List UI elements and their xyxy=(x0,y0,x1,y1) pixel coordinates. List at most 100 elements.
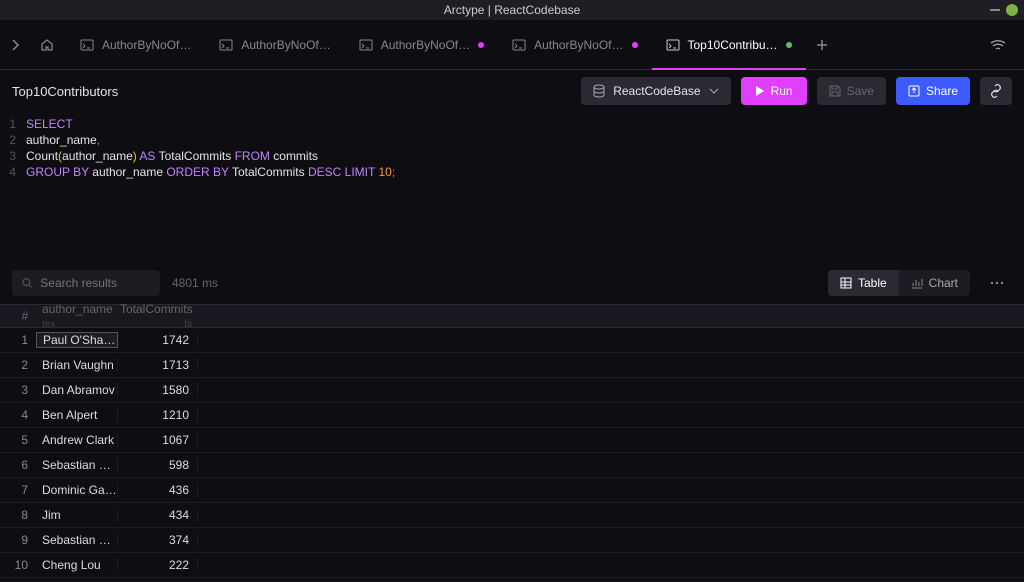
table-row[interactable]: 9Sebastian Ma…374 xyxy=(0,528,1024,553)
link-icon xyxy=(989,84,1003,98)
view-label: Table xyxy=(858,276,887,290)
table-row[interactable]: 6Sebastian Ma…598 xyxy=(0,453,1024,478)
sql-editor[interactable]: 1SELECT 2author_name, 3Count(author_name… xyxy=(0,112,1024,262)
query-icon xyxy=(359,39,373,51)
cell-commits[interactable]: 1742 xyxy=(118,333,198,347)
view-toggle: Table Chart xyxy=(828,270,970,296)
share-label: Share xyxy=(926,84,958,98)
cell-commits[interactable]: 434 xyxy=(118,508,198,522)
table-row[interactable]: 5Andrew Clark1067 xyxy=(0,428,1024,453)
table-row[interactable]: 3Dan Abramov1580 xyxy=(0,378,1024,403)
line-number: 3 xyxy=(0,148,26,164)
copy-link-button[interactable] xyxy=(980,77,1012,105)
save-button[interactable]: Save xyxy=(817,77,886,105)
cell-commits[interactable]: 1713 xyxy=(118,358,198,372)
window-controls xyxy=(990,4,1018,16)
titlebar: Arctype | ReactCodebase xyxy=(0,0,1024,20)
more-options-button[interactable] xyxy=(982,281,1012,285)
modified-dot-icon xyxy=(478,42,484,48)
expand-sidebar-button[interactable] xyxy=(8,37,24,53)
table-row[interactable]: 4Ben Alpert1210 xyxy=(0,403,1024,428)
cell-author[interactable]: Sebastian Ma… xyxy=(36,533,118,547)
row-number: 7 xyxy=(0,483,36,497)
database-icon xyxy=(593,84,605,98)
cell-author[interactable]: Cheng Lou xyxy=(36,558,118,572)
line-number: 4 xyxy=(0,164,26,180)
cell-commits[interactable]: 222 xyxy=(118,558,198,572)
tab-label: AuthorByNoOf… xyxy=(241,38,330,52)
cell-author[interactable]: Brian Vaughn xyxy=(36,358,118,372)
row-number: 9 xyxy=(0,533,36,547)
cell-commits[interactable]: 374 xyxy=(118,533,198,547)
home-button[interactable] xyxy=(32,30,62,60)
row-number: 8 xyxy=(0,508,36,522)
cell-author[interactable]: Jim xyxy=(36,508,118,522)
connection-status-icon[interactable] xyxy=(980,39,1016,51)
cell-author[interactable]: Sebastian Ma… xyxy=(36,458,118,472)
table-row[interactable]: 7Dominic Gann…436 xyxy=(0,478,1024,503)
search-input[interactable] xyxy=(40,276,150,290)
row-number: 3 xyxy=(0,383,36,397)
unsaved-dot-icon xyxy=(786,42,792,48)
cell-commits[interactable]: 436 xyxy=(118,483,198,497)
tab-author-1[interactable]: AuthorByNoOf… xyxy=(66,20,205,70)
view-chart-button[interactable]: Chart xyxy=(899,270,970,296)
tab-label: AuthorByNoOf… xyxy=(534,38,623,52)
tab-top10-contributors[interactable]: Top10Contribu… xyxy=(652,20,806,70)
tab-author-3[interactable]: AuthorByNoOf… xyxy=(345,20,498,70)
cell-author[interactable]: Ben Alpert xyxy=(36,408,118,422)
column-author[interactable]: author_name tex xyxy=(36,302,120,330)
query-icon xyxy=(80,39,94,51)
cell-author[interactable]: Dominic Gann… xyxy=(36,483,118,497)
cell-author[interactable]: Paul O'Shann… xyxy=(36,332,118,348)
chart-icon xyxy=(911,277,923,289)
table-row[interactable]: 1Paul O'Shann…1742 xyxy=(0,328,1024,353)
query-toolbar: Top10Contributors ReactCodeBase Run Save… xyxy=(0,70,1024,112)
column-index: # xyxy=(0,309,36,323)
query-timing: 4801 ms xyxy=(172,276,218,290)
share-button[interactable]: Share xyxy=(896,77,970,105)
chevron-down-icon xyxy=(709,88,719,94)
row-number: 4 xyxy=(0,408,36,422)
table-row[interactable]: 10Cheng Lou222 xyxy=(0,553,1024,578)
cell-author[interactable]: Dan Abramov xyxy=(36,383,118,397)
add-tab-button[interactable] xyxy=(806,39,838,51)
table-row[interactable]: 8Jim434 xyxy=(0,503,1024,528)
run-label: Run xyxy=(771,84,793,98)
line-number: 2 xyxy=(0,132,26,148)
tab-author-4[interactable]: AuthorByNoOf… xyxy=(498,20,651,70)
play-icon xyxy=(755,85,765,97)
query-icon xyxy=(219,39,233,51)
results-toolbar: 4801 ms Table Chart xyxy=(0,262,1024,304)
cell-commits[interactable]: 1210 xyxy=(118,408,198,422)
row-number: 10 xyxy=(0,558,36,572)
save-icon xyxy=(829,85,841,97)
tab-author-2[interactable]: AuthorByNoOf… xyxy=(205,20,344,70)
table-header: # author_name tex TotalCommits bi xyxy=(0,304,1024,328)
cell-commits[interactable]: 598 xyxy=(118,458,198,472)
ellipsis-icon xyxy=(990,281,1004,285)
search-results-box[interactable] xyxy=(12,270,160,296)
tab-label: AuthorByNoOf… xyxy=(102,38,191,52)
save-label: Save xyxy=(847,84,874,98)
database-select[interactable]: ReactCodeBase xyxy=(581,77,730,105)
close-button[interactable] xyxy=(1006,4,1018,16)
minimize-button[interactable] xyxy=(990,9,1000,11)
run-button[interactable]: Run xyxy=(741,77,807,105)
row-number: 1 xyxy=(0,333,36,347)
page-title: Top10Contributors xyxy=(12,84,571,99)
view-label: Chart xyxy=(929,276,958,290)
tab-label: AuthorByNoOf… xyxy=(381,38,470,52)
window-title: Arctype | ReactCodebase xyxy=(444,3,581,17)
table-row[interactable]: 2Brian Vaughn1713 xyxy=(0,353,1024,378)
share-icon xyxy=(908,85,920,97)
cell-author[interactable]: Andrew Clark xyxy=(36,433,118,447)
query-icon xyxy=(666,39,680,51)
column-commits[interactable]: TotalCommits bi xyxy=(120,302,200,330)
cell-commits[interactable]: 1067 xyxy=(118,433,198,447)
row-number: 5 xyxy=(0,433,36,447)
cell-commits[interactable]: 1580 xyxy=(118,383,198,397)
view-table-button[interactable]: Table xyxy=(828,270,899,296)
results-table: # author_name tex TotalCommits bi 1Paul … xyxy=(0,304,1024,578)
table-body: 1Paul O'Shann…17422Brian Vaughn17133Dan … xyxy=(0,328,1024,578)
